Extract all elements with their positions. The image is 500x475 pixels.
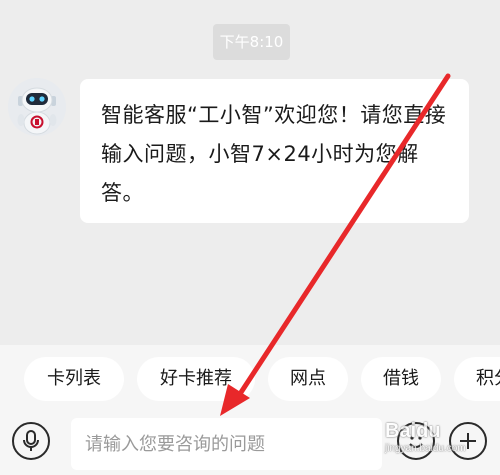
quick-reply-recommended-cards[interactable]: 好卡推荐: [137, 357, 255, 401]
emoji-button[interactable]: [397, 422, 435, 460]
microphone-icon: [23, 430, 39, 451]
quick-reply-branches[interactable]: 网点: [268, 357, 348, 401]
quick-reply-loan[interactable]: 借钱: [361, 357, 441, 401]
more-options-button[interactable]: [449, 422, 487, 460]
quick-reply-card-list[interactable]: 卡列表: [24, 357, 124, 401]
emoji-icon: [409, 436, 423, 448]
bot-message-line: 答。: [101, 181, 144, 205]
message-input[interactable]: [71, 418, 382, 470]
chat-area: 下午8:10 智能客服“工小智”欢迎您！请您直接 输入问题，小智7×24小时为您…: [0, 0, 500, 345]
voice-input-button[interactable]: [12, 422, 50, 460]
robot-avatar-graphic: [8, 78, 66, 136]
bot-message-line: 输入问题，小智7×24小时为您解: [101, 142, 419, 166]
bot-message-bubble: 智能客服“工小智”欢迎您！请您直接 输入问题，小智7×24小时为您解 答。: [80, 79, 469, 223]
bot-message-line: 智能客服“工小智”欢迎您！请您直接: [101, 103, 447, 127]
robot-avatar-icon[interactable]: [8, 78, 66, 136]
plus-icon: [460, 433, 476, 449]
quick-reply-points[interactable]: 积分: [454, 357, 500, 401]
quick-reply-bar: 卡列表 好卡推荐 网点 借钱 积分: [0, 357, 500, 401]
message-timestamp: 下午8:10: [213, 24, 290, 60]
